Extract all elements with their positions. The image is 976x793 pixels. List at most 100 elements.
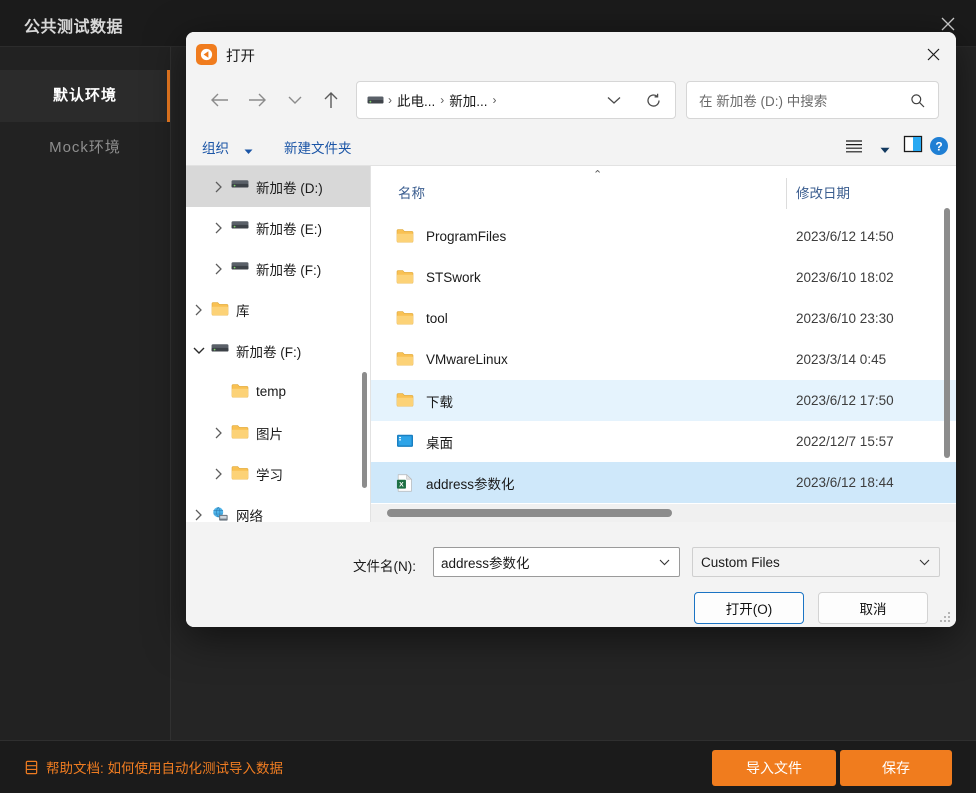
breadcrumb-item-drive[interactable]: 新加... <box>448 88 488 112</box>
file-list-row[interactable]: ProgramFiles 2023/6/12 14:50 <box>371 216 956 257</box>
chevron-down-icon[interactable] <box>278 83 312 117</box>
tree-item-label: 网络 <box>236 508 263 523</box>
filename-input[interactable]: address参数化 <box>433 547 680 577</box>
open-app-icon <box>196 44 217 65</box>
help-doc-text: 帮助文档: 如何使用自动化测试导入数据 <box>46 761 284 776</box>
folder-icon <box>231 383 249 401</box>
chevron-right-icon[interactable] <box>212 180 225 193</box>
import-file-button[interactable]: 导入文件 <box>712 750 836 786</box>
file-list-row[interactable]: VMwareLinux 2023/3/14 0:45 <box>371 339 956 380</box>
list-view-icon[interactable] <box>842 134 866 158</box>
file-list-row[interactable]: Xaddress参数化 2023/6/12 18:44 <box>371 462 956 503</box>
tree-item[interactable]: 新加卷 (F:) <box>186 248 370 289</box>
file-modified-date: 2023/6/10 23:30 <box>796 311 894 326</box>
file-modified-date: 2023/3/14 0:45 <box>796 352 887 367</box>
search-input[interactable]: 在 新加卷 (D:) 中搜索 <box>686 81 939 119</box>
save-button[interactable]: 保存 <box>840 750 952 786</box>
tree-item-label: 新加卷 (F:) <box>256 262 322 278</box>
tree-item[interactable]: 新加卷 (D:) <box>186 166 370 207</box>
chevron-right-icon[interactable] <box>212 426 225 439</box>
chevron-down-icon[interactable] <box>659 559 670 566</box>
resize-grip-icon[interactable] <box>940 612 951 623</box>
folder-icon <box>396 392 416 410</box>
tree-item[interactable]: temp <box>186 371 370 412</box>
navigation-tree: 新加卷 (D:) 新加卷 (E:) 新加卷 (F:) 库新加卷 (F:) temp 图片学… <box>186 166 370 522</box>
file-list-row[interactable]: tool 2023/6/10 23:30 <box>371 298 956 339</box>
breadcrumb-separator: › <box>388 93 392 107</box>
sidebar-item-default-env[interactable]: 默认环境 <box>0 70 170 122</box>
file-list-row[interactable]: 桌面 2022/12/7 15:57 <box>371 421 956 462</box>
search-icon[interactable] <box>910 93 925 108</box>
preview-pane-icon[interactable] <box>902 135 924 157</box>
breadcrumb-item-pc[interactable]: 此电... <box>396 88 436 112</box>
help-doc-link[interactable]: 帮助文档: 如何使用自动化测试导入数据 <box>24 753 283 781</box>
file-name: ProgramFiles <box>426 229 507 244</box>
organize-menu[interactable]: 组织 <box>202 137 229 157</box>
file-type-filter-value: Custom Files <box>701 554 780 570</box>
arrow-up-icon[interactable] <box>314 83 348 117</box>
refresh-icon[interactable] <box>646 82 661 118</box>
file-list-horizontal-scrollbar-thumb[interactable] <box>387 509 672 517</box>
open-button[interactable]: 打开(O) <box>694 592 804 624</box>
caret-down-icon[interactable] <box>244 143 253 158</box>
search-placeholder: 在 新加卷 (D:) 中搜索 <box>699 94 828 109</box>
column-header-date[interactable]: 修改日期 <box>796 182 850 202</box>
tree-item-label: 新加卷 (D:) <box>256 180 323 196</box>
app-bottom-bar: 帮助文档: 如何使用自动化测试导入数据 导入文件 保存 <box>0 740 976 793</box>
chevron-right-icon[interactable] <box>212 262 225 275</box>
folder-icon <box>396 351 416 369</box>
file-list-row[interactable]: 下载 2023/6/12 17:50 <box>371 380 956 421</box>
tree-item[interactable]: 学习 <box>186 453 370 494</box>
chevron-down-icon[interactable] <box>919 559 930 566</box>
drive-icon <box>231 219 249 237</box>
folder-icon <box>396 228 416 246</box>
excel-icon: X <box>396 473 416 492</box>
tree-item[interactable]: 新加卷 (E:) <box>186 207 370 248</box>
page-title: 公共测试数据 <box>24 19 124 36</box>
dialog-command-bar: 组织 新建文件夹 ? <box>186 126 956 166</box>
chevron-down-icon[interactable] <box>607 82 621 118</box>
sidebar-item-mock-env[interactable]: Mock环境 <box>0 122 170 174</box>
tree-item[interactable]: 图片 <box>186 412 370 453</box>
tree-scrollbar-thumb[interactable] <box>362 372 367 488</box>
file-type-filter-select[interactable]: Custom Files <box>692 547 940 577</box>
file-name: STSwork <box>426 270 481 285</box>
folder-icon <box>211 301 229 319</box>
new-folder-button[interactable]: 新建文件夹 <box>284 137 352 157</box>
tree-item[interactable]: 库 <box>186 289 370 330</box>
arrow-left-icon[interactable] <box>202 83 236 117</box>
tree-item-label: 库 <box>236 303 250 319</box>
tree-item[interactable]: 网络 <box>186 494 370 522</box>
chevron-right-icon[interactable] <box>212 221 225 234</box>
file-modified-date: 2023/6/12 18:44 <box>796 475 894 490</box>
book-icon <box>24 760 39 775</box>
file-list-row[interactable]: STSwork 2023/6/10 18:02 <box>371 257 956 298</box>
tree-item[interactable]: 新加卷 (F:) <box>186 330 370 371</box>
file-list-vertical-scrollbar-thumb[interactable] <box>944 208 950 458</box>
chevron-down-icon[interactable] <box>192 344 205 357</box>
folder-icon <box>396 310 416 328</box>
chevron-right-icon[interactable] <box>192 508 205 521</box>
folder-icon <box>396 269 416 287</box>
close-icon[interactable] <box>910 32 956 76</box>
file-modified-date: 2023/6/12 14:50 <box>796 229 894 244</box>
column-header-name[interactable]: 名称 <box>398 182 425 202</box>
help-circle-icon[interactable]: ? <box>928 135 950 157</box>
folder-icon <box>231 465 249 483</box>
file-list-horizontal-scrollbar[interactable] <box>371 504 956 522</box>
cancel-button[interactable]: 取消 <box>818 592 928 624</box>
file-name: 下载 <box>426 394 453 410</box>
network-icon <box>211 506 229 523</box>
tree-item-label: temp <box>256 384 287 399</box>
chevron-right-icon[interactable] <box>212 467 225 480</box>
arrow-right-icon[interactable] <box>240 83 274 117</box>
dialog-footer: 文件名(N): address参数化 Custom Files 打开(O) 取消 <box>186 522 956 627</box>
tree-item-label: 新加卷 (F:) <box>236 344 302 360</box>
sidebar: 默认环境 Mock环境 <box>0 47 171 740</box>
dialog-navigation-bar: › 此电... › 新加... › 在 新加卷 (D:) 中搜索 <box>186 76 956 126</box>
chevron-right-icon[interactable] <box>192 303 205 316</box>
address-bar[interactable]: › 此电... › 新加... › <box>356 81 676 119</box>
drive-icon <box>367 94 384 106</box>
caret-down-icon[interactable] <box>880 142 890 157</box>
